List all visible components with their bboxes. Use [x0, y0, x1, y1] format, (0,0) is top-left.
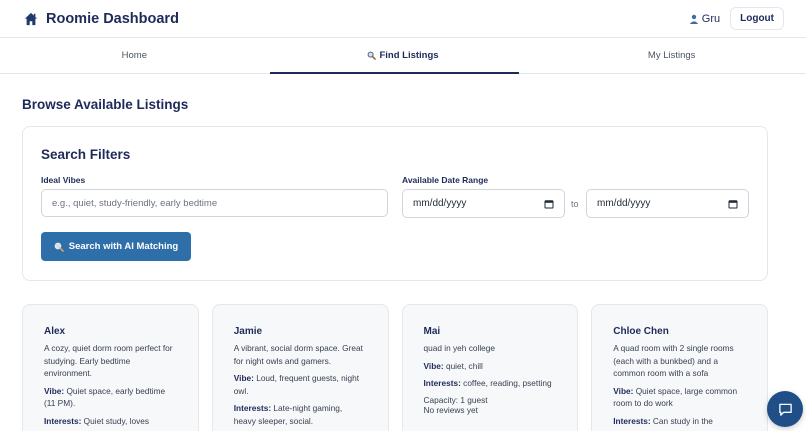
listing-card[interactable]: Jamie A vibrant, social dorm space. Grea…	[211, 304, 389, 431]
magnifier-icon	[54, 242, 64, 252]
vibes-input[interactable]	[41, 189, 388, 217]
tab-my-listings[interactable]: My Listings	[537, 38, 806, 73]
interests-value: Can study in the	[652, 415, 713, 426]
date-from-input[interactable]: mm/dd/yyyy	[402, 189, 565, 218]
app-title: Roomie Dashboard	[46, 10, 179, 27]
date-to-value: mm/dd/yyyy	[597, 198, 651, 209]
ai-search-button[interactable]: Search with AI Matching	[41, 232, 191, 261]
calendar-icon[interactable]	[728, 199, 738, 209]
listing-name: Jamie	[233, 326, 263, 337]
vibe-label: Vibe:	[613, 385, 634, 396]
search-button-label: Search with AI Matching	[68, 241, 179, 252]
tab-label: Home	[121, 50, 147, 61]
vibe-label: Vibe:	[44, 385, 65, 396]
brand[interactable]: Roomie Dashboard	[24, 11, 179, 27]
chat-button[interactable]	[767, 391, 803, 427]
listing-description: A quad room with 2 single rooms (each wi…	[613, 343, 734, 378]
calendar-icon[interactable]	[544, 199, 554, 209]
page-title: Browse Available Listings	[22, 97, 189, 112]
listing-interests: Interests: Quiet study, loves	[44, 415, 177, 428]
search-filters-panel: Search Filters Ideal Vibes Available Dat…	[22, 126, 768, 281]
listing-card[interactable]: Chloe Chen A quad room with 2 single roo…	[591, 304, 768, 431]
date-range-label: Available Date Range	[402, 175, 489, 185]
home-icon	[24, 12, 38, 25]
listing-name: Mai	[423, 326, 441, 337]
vibe-label: Vibe:	[423, 360, 444, 371]
user-name: Gru	[701, 12, 721, 25]
listing-interests: Interests: Can study in the	[613, 415, 746, 428]
chat-icon	[778, 403, 792, 416]
listing-name: Alex	[44, 326, 66, 337]
date-to-input[interactable]: mm/dd/yyyy	[586, 189, 749, 218]
listing-card[interactable]: Mai quad in yeh college Vibe: quiet, chi…	[401, 304, 579, 431]
date-range-separator: to	[571, 199, 579, 209]
filters-title: Search Filters	[41, 147, 131, 162]
user-icon	[689, 14, 698, 24]
interests-label: Interests:	[233, 403, 272, 413]
listing-capacity: Capacity: 1 guest	[423, 394, 488, 405]
listing-description: A cozy, quiet dorm room perfect for stud…	[44, 343, 173, 378]
logout-button[interactable]: Logout	[730, 7, 784, 30]
listing-card[interactable]: Alex A cozy, quiet dorm room perfect for…	[22, 304, 199, 431]
listing-reviews: No reviews yet	[423, 405, 478, 415]
magnifier-icon	[368, 51, 377, 60]
date-from-value: mm/dd/yyyy	[413, 198, 467, 209]
active-tab-indicator	[270, 72, 519, 74]
listing-interests: Interests: Late-night gaming, heavy slee…	[234, 402, 367, 427]
vibe-label: Vibe:	[233, 373, 254, 383]
listings-grid: Alex A cozy, quiet dorm room perfect for…	[22, 304, 768, 431]
interests-label: Interests:	[44, 415, 82, 426]
vibe-value: quiet, chill	[445, 360, 483, 371]
listing-vibe: Vibe: quiet, chill	[424, 360, 557, 373]
listing-interests: Interests: coffee, reading, psetting	[424, 377, 557, 390]
listing-name: Chloe Chen	[613, 326, 669, 337]
interests-label: Interests:	[423, 378, 461, 388]
listing-vibe: Vibe: Quiet space, large common room to …	[613, 385, 746, 410]
vibes-label: Ideal Vibes	[41, 175, 86, 185]
nav-tabs: Home Find Listings My Listings	[0, 38, 806, 74]
tab-home[interactable]: Home	[0, 38, 269, 73]
interests-label: Interests:	[613, 415, 651, 426]
interests-value: coffee, reading, psetting	[463, 378, 552, 388]
tab-label: Find Listings	[379, 50, 439, 61]
tab-find-listings[interactable]: Find Listings	[269, 38, 538, 73]
listing-description: quad in yeh college	[423, 343, 496, 353]
user-display: Gru	[689, 13, 720, 25]
tab-label: My Listings	[647, 50, 696, 61]
interests-value: Quiet study, loves	[83, 415, 150, 426]
listing-vibe: Vibe: Quiet space, early bedtime (11 PM)…	[44, 385, 177, 410]
listing-vibe: Vibe: Loud, frequent guests, night owl.	[234, 372, 367, 397]
header: Roomie Dashboard Gru Logout	[0, 0, 806, 38]
listing-description: A vibrant, social dorm space. Great for …	[233, 343, 363, 366]
